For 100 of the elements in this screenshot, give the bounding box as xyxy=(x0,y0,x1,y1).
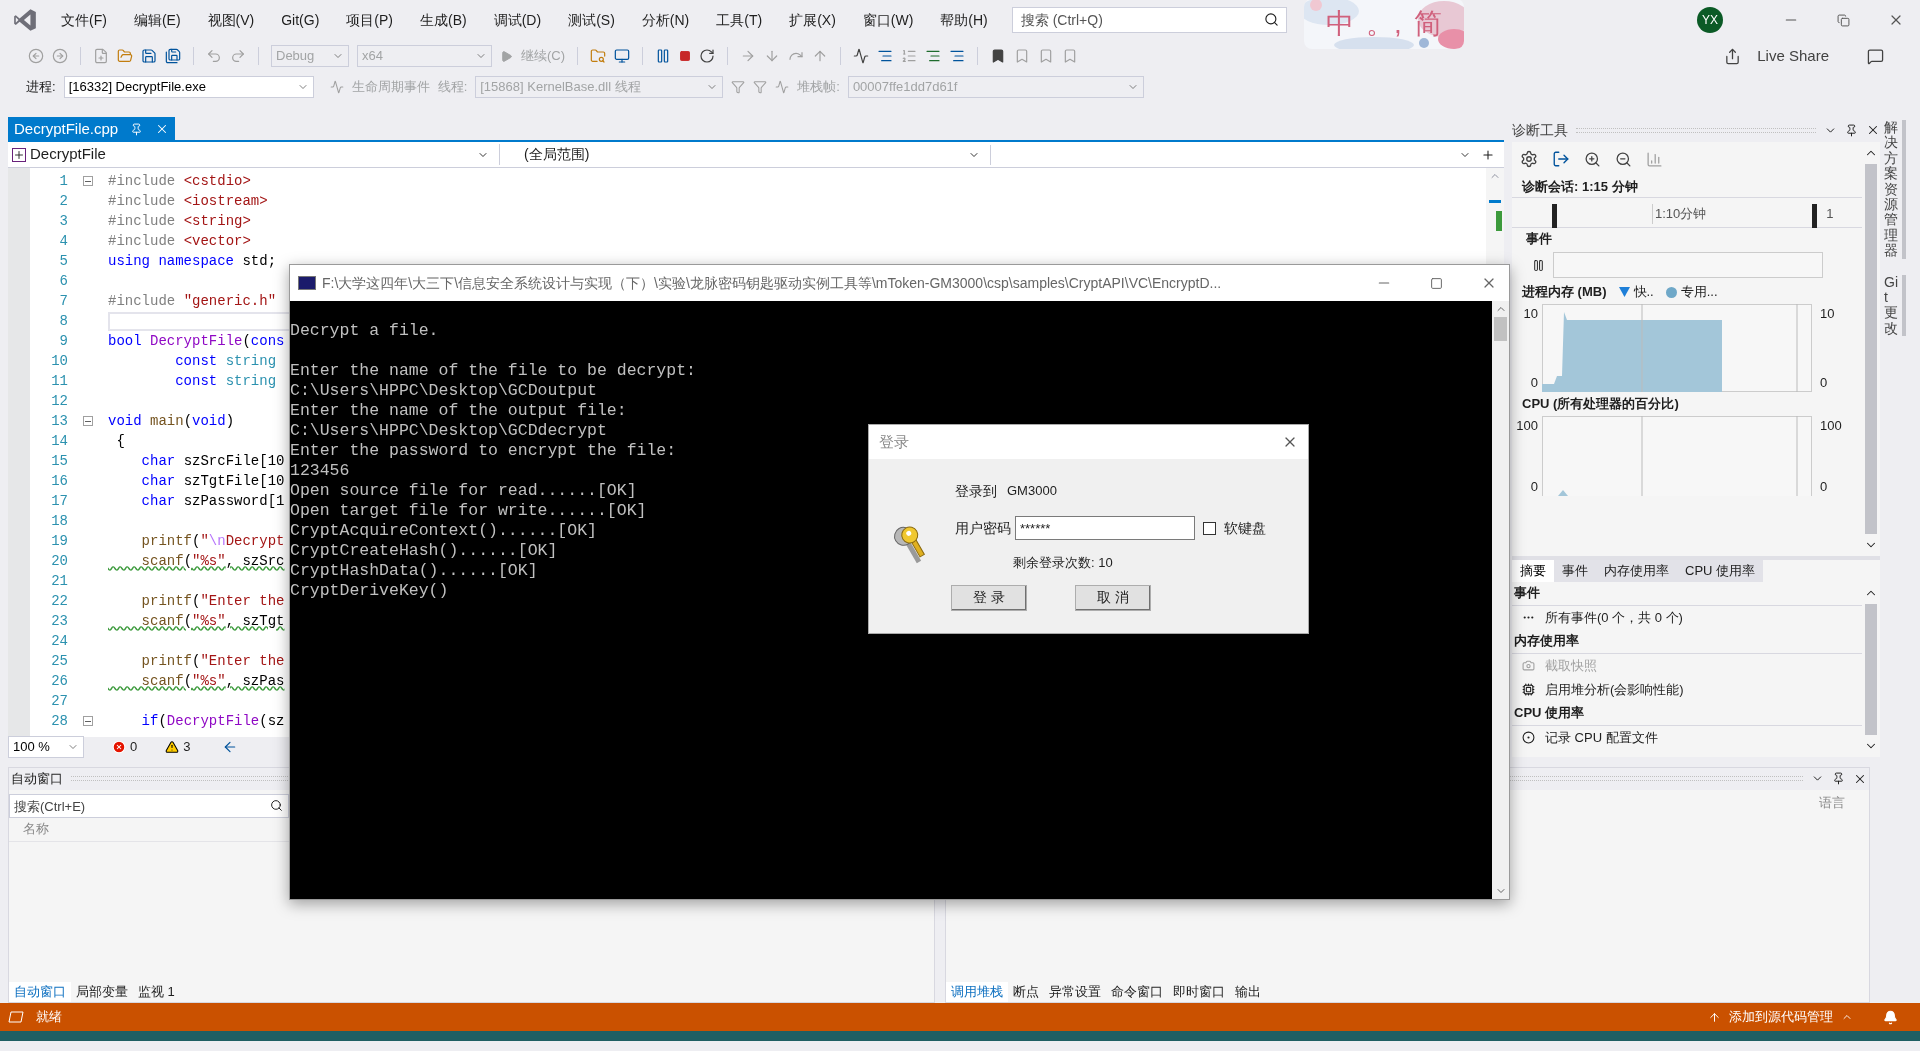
stop-icon[interactable] xyxy=(679,50,692,62)
panel-tab[interactable]: 摘要 xyxy=(1512,559,1554,582)
warning-count[interactable]: 3 xyxy=(183,736,191,757)
open-folder-icon[interactable] xyxy=(117,48,133,64)
warning-icon[interactable] xyxy=(165,739,180,754)
menu-item[interactable]: 工具(T) xyxy=(707,9,772,31)
section-heading[interactable]: CPU (所有处理器的百分比) xyxy=(1512,392,1862,416)
arrow-up-icon[interactable] xyxy=(1708,1010,1721,1024)
pause-icon[interactable] xyxy=(1532,258,1545,272)
chart-icon[interactable] xyxy=(1646,150,1663,168)
scrollbar-thumb[interactable] xyxy=(1494,317,1507,341)
new-file-icon[interactable] xyxy=(93,48,109,64)
section-heading[interactable]: 事件 xyxy=(1512,228,1862,250)
panel-tab[interactable]: 监视 1 xyxy=(133,982,180,1002)
menu-item[interactable]: 生成(B) xyxy=(411,9,476,31)
save-icon[interactable] xyxy=(141,48,157,64)
soft-keyboard-checkbox[interactable] xyxy=(1203,521,1216,535)
collapse-icon[interactable] xyxy=(83,416,93,426)
menu-item[interactable]: 测试(S) xyxy=(559,9,624,31)
section-heading[interactable]: 进程内存 (MB) xyxy=(1522,282,1607,302)
thread-icon[interactable] xyxy=(877,48,894,64)
side-tab[interactable]: 解决方案资源管理器 xyxy=(1884,120,1906,259)
zoom-out-icon[interactable] xyxy=(1615,150,1632,168)
dialog-button[interactable]: 取 消 xyxy=(1075,584,1151,611)
collapse-icon[interactable] xyxy=(83,176,93,186)
export-icon[interactable] xyxy=(1552,150,1570,168)
source-control-button[interactable]: 添加到源代码管理 xyxy=(1729,1007,1833,1027)
input-method-badge[interactable]: 中 。, 简 xyxy=(1303,0,1464,49)
panel-tab[interactable]: 命令窗口 xyxy=(1106,982,1168,1002)
panel-tab[interactable]: 事件 xyxy=(1554,559,1596,582)
search-field[interactable]: 搜索(Ctrl+E) xyxy=(9,794,289,819)
panel-tab[interactable]: CPU 使用率 xyxy=(1677,559,1764,582)
panel-tab[interactable]: 输出 xyxy=(1230,982,1266,1002)
global-scope-dropdown[interactable]: (全局范围) xyxy=(499,144,984,165)
error-icon[interactable] xyxy=(112,739,126,754)
panel-tab[interactable]: 调用堆栈 xyxy=(946,982,1008,1002)
menu-item[interactable]: 扩展(X) xyxy=(780,9,845,31)
menu-item[interactable]: 文件(F) xyxy=(52,9,116,31)
editor-tab[interactable]: DecryptFile.cpp xyxy=(8,117,176,141)
menu-item[interactable]: 窗口(W) xyxy=(853,9,923,31)
dialog-button[interactable]: 登 录 xyxy=(951,584,1027,611)
action-link[interactable]: 记录 CPU 配置文件 xyxy=(1545,727,1658,748)
restart-icon[interactable] xyxy=(699,48,716,64)
undo-icon[interactable] xyxy=(206,48,222,64)
panel-tab[interactable]: 异常设置 xyxy=(1044,982,1106,1002)
feedback-icon[interactable] xyxy=(1867,47,1884,65)
maximize-icon[interactable] xyxy=(1430,276,1443,290)
settings-icon[interactable] xyxy=(1520,150,1538,168)
collapse-icon[interactable] xyxy=(83,716,93,726)
password-field[interactable]: ****** xyxy=(1015,516,1195,540)
account-avatar[interactable]: YX xyxy=(1697,7,1723,33)
menu-item[interactable]: 项目(P) xyxy=(337,9,402,31)
redo-icon[interactable] xyxy=(230,48,246,64)
scrollbar-thumb[interactable] xyxy=(1865,164,1877,534)
menu-item[interactable]: 视图(V) xyxy=(198,9,264,31)
live-share-button[interactable]: Live Share xyxy=(1757,44,1829,68)
member-scope-dropdown[interactable]: DecryptFile xyxy=(8,143,493,166)
play-icon[interactable] xyxy=(500,49,513,63)
search-field[interactable]: 搜索 (Ctrl+Q) xyxy=(1011,7,1287,33)
pin-icon[interactable] xyxy=(1832,772,1845,786)
column-header[interactable]: 语言 xyxy=(1819,792,1845,813)
zoom-in-icon[interactable] xyxy=(1584,150,1601,168)
range-handle[interactable] xyxy=(1552,204,1557,228)
back-icon[interactable] xyxy=(28,48,44,64)
range-handle[interactable] xyxy=(1812,204,1817,228)
flag-icon[interactable] xyxy=(775,80,790,94)
monitor-icon[interactable] xyxy=(614,48,631,64)
error-count[interactable]: 0 xyxy=(130,736,138,757)
pin-icon[interactable] xyxy=(1845,123,1858,137)
notification-icon[interactable] xyxy=(1883,1009,1898,1025)
panel-tab[interactable]: 局部变量 xyxy=(71,982,133,1002)
pin-icon[interactable] xyxy=(130,122,144,136)
panel-tab[interactable]: 自动窗口 xyxy=(9,982,71,1002)
filter-icon[interactable] xyxy=(731,80,746,94)
forward-icon[interactable] xyxy=(52,48,68,64)
scrollbar-thumb[interactable] xyxy=(1865,603,1877,735)
save-all-icon[interactable] xyxy=(165,48,181,64)
list-icon[interactable] xyxy=(901,48,918,64)
panel-tab[interactable]: 内存使用率 xyxy=(1596,559,1677,582)
class-icon[interactable] xyxy=(12,147,26,162)
menu-item[interactable]: 帮助(H) xyxy=(931,9,997,31)
menu-item[interactable]: 分析(N) xyxy=(632,9,699,31)
restore-icon[interactable] xyxy=(1837,13,1850,27)
panel-tab[interactable]: 断点 xyxy=(1008,982,1044,1002)
action-link[interactable]: 启用堆分析(会影响性能) xyxy=(1545,679,1684,700)
menu-item[interactable]: Git(G) xyxy=(272,9,329,31)
hex-display-icon[interactable] xyxy=(853,48,870,64)
lifecycle-icon[interactable] xyxy=(329,80,344,94)
find-in-files-icon[interactable] xyxy=(590,48,607,64)
process-dropdown[interactable]: [16332] DecryptFile.exe xyxy=(63,76,314,98)
share-icon[interactable] xyxy=(1724,47,1742,65)
indent-icon[interactable] xyxy=(925,48,942,64)
panel-tab[interactable]: 即时窗口 xyxy=(1168,982,1230,1002)
menu-item[interactable]: 编辑(E) xyxy=(124,9,190,31)
zoom-dropdown[interactable]: 100 % xyxy=(8,735,84,758)
filter-icon[interactable] xyxy=(753,80,768,94)
side-tab[interactable]: Git 更改 xyxy=(1884,274,1906,337)
menu-item[interactable]: 调试(D) xyxy=(484,9,551,31)
split-icon[interactable] xyxy=(1481,147,1495,162)
action-link[interactable]: 所有事件(0 个，共 0 个) xyxy=(1545,607,1683,628)
